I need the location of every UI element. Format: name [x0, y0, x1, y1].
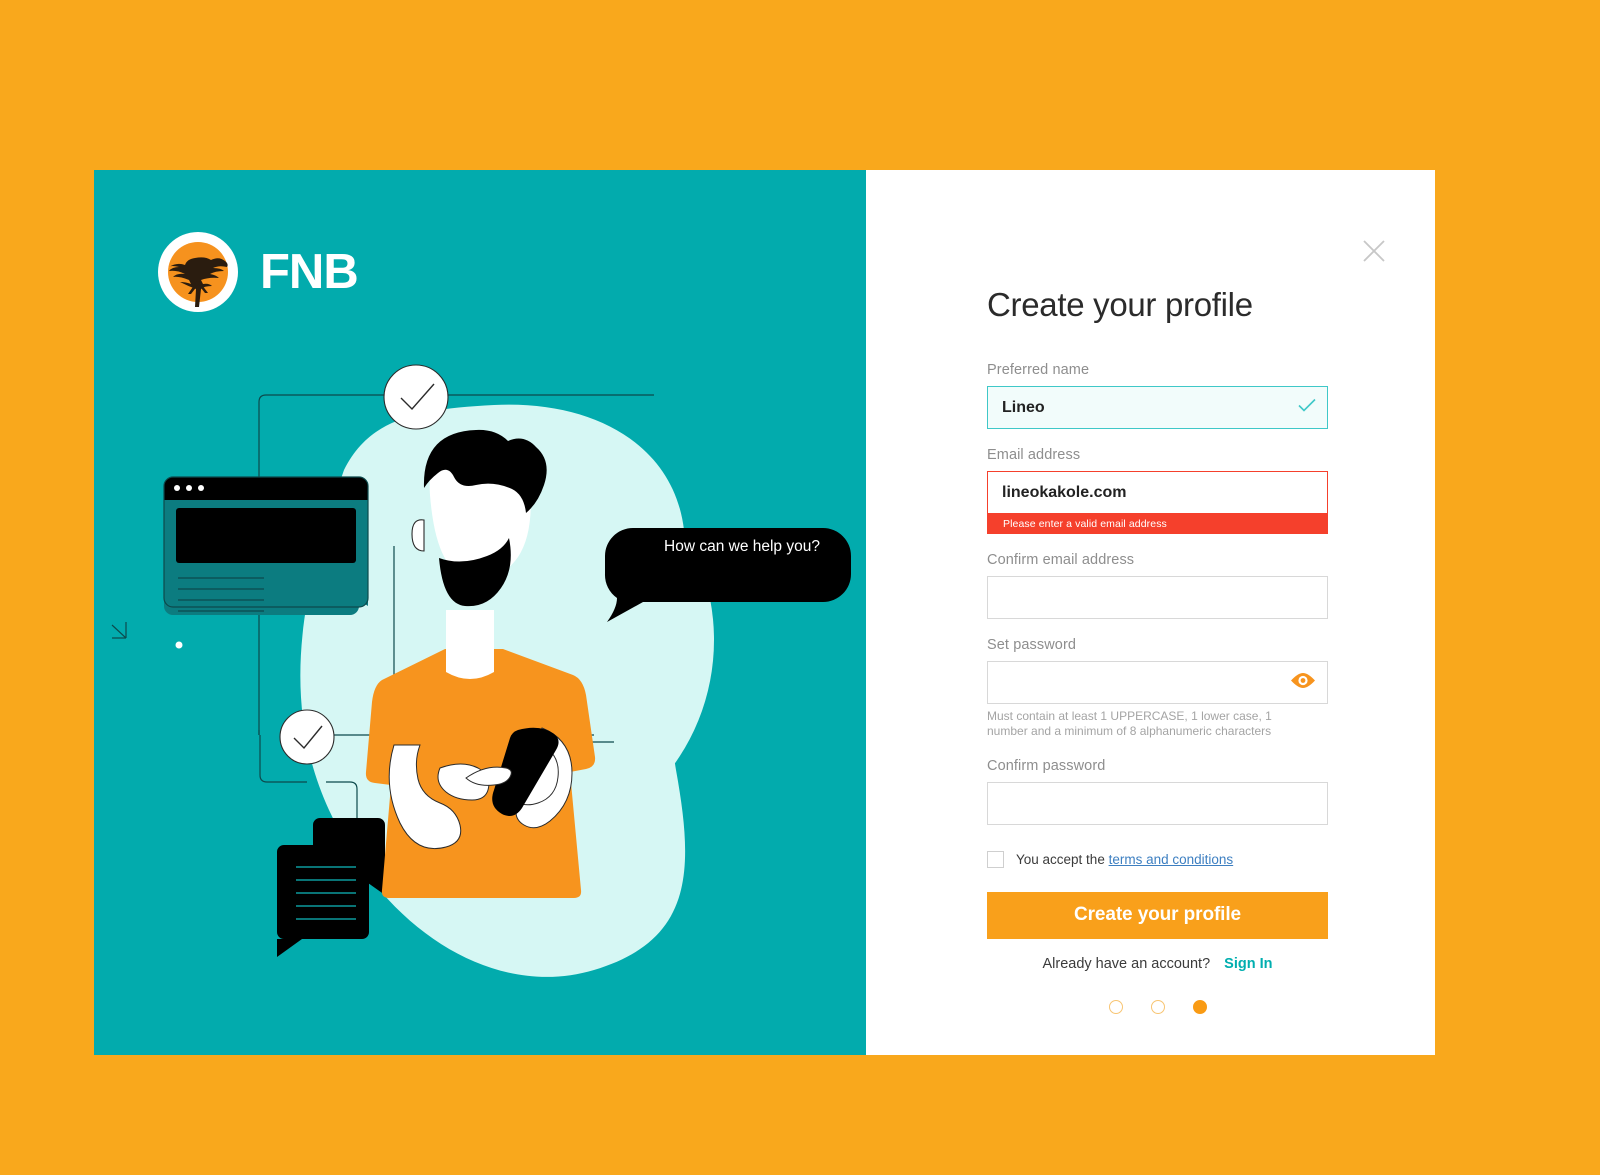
signin-row: Already have an account? Sign In: [987, 956, 1328, 972]
field-email-address: Email address Please enter a valid email…: [987, 447, 1328, 534]
fnb-logo-text: FNB: [260, 244, 359, 299]
create-profile-button[interactable]: Create your profile: [987, 891, 1328, 939]
preferred-name-input-wrap: [987, 386, 1328, 429]
sparkle-decor-left: [111, 622, 127, 639]
field-set-password: Set password Must contain at least 1 UPP…: [987, 637, 1328, 740]
signup-card: How can we help you? FNB Create your pro…: [94, 170, 1435, 1055]
terms-label: You accept the terms and conditions: [1016, 852, 1233, 867]
confirm-email-address-input[interactable]: [987, 576, 1328, 619]
email-error-message: Please enter a valid email address: [987, 514, 1328, 534]
label-confirm-password: Confirm password: [987, 757, 1106, 774]
pagination-dot-2[interactable]: [1150, 999, 1165, 1014]
pagination-dot-3[interactable]: [1192, 999, 1207, 1014]
chat-bubbles-illustration: [277, 818, 385, 957]
terms-checkbox[interactable]: [987, 850, 1004, 868]
signup-form: Create your profile Preferred name Email…: [987, 286, 1328, 1014]
label-preferred-name: Preferred name: [987, 362, 1090, 378]
acacia-tree-logo-icon: [158, 232, 238, 312]
label-set-password: Set password: [987, 637, 1077, 653]
check-badge-top: [383, 364, 449, 430]
field-preferred-name: Preferred name: [987, 362, 1328, 429]
speech-bubble-text: How can we help you?: [664, 538, 820, 555]
pagination-dots: [987, 999, 1328, 1014]
close-icon[interactable]: [1361, 238, 1387, 264]
set-password-input-wrap: [987, 661, 1328, 704]
field-confirm-email-address: Confirm email address: [987, 552, 1328, 619]
check-badge-bottom: [279, 709, 335, 765]
pagination-dot-1[interactable]: [1108, 999, 1123, 1014]
preferred-name-input[interactable]: [987, 386, 1328, 429]
eye-icon[interactable]: [1290, 672, 1316, 693]
field-confirm-password: Confirm password: [987, 758, 1328, 825]
label-email-address: Email address: [987, 447, 1081, 463]
illustration-panel: How can we help you? FNB: [94, 170, 866, 1055]
terms-row: You accept the terms and conditions: [987, 850, 1328, 868]
dot-decor: [175, 641, 183, 649]
sign-in-link[interactable]: Sign In: [1224, 956, 1272, 972]
fnb-logo: FNB: [158, 232, 359, 312]
confirm-password-input-wrap: [987, 781, 1328, 825]
email-address-input[interactable]: [987, 471, 1328, 514]
signin-prompt: Already have an account?: [1042, 955, 1211, 972]
label-confirm-email-address: Confirm email address: [987, 552, 1135, 568]
terms-text-before: You accept the: [1016, 851, 1105, 867]
terms-and-conditions-link[interactable]: terms and conditions: [1109, 852, 1234, 867]
page-title: Create your profile: [987, 286, 1253, 323]
form-panel: Create your profile Preferred name Email…: [866, 170, 1435, 1055]
browser-window-illustration: [163, 476, 369, 615]
set-password-input[interactable]: [987, 661, 1328, 704]
confirm-password-input[interactable]: [987, 781, 1328, 825]
email-address-input-wrap: Please enter a valid email address: [987, 471, 1328, 534]
password-hint: Must contain at least 1 UPPERCASE, 1 low…: [987, 709, 1272, 739]
confirm-email-input-wrap: [987, 576, 1328, 619]
